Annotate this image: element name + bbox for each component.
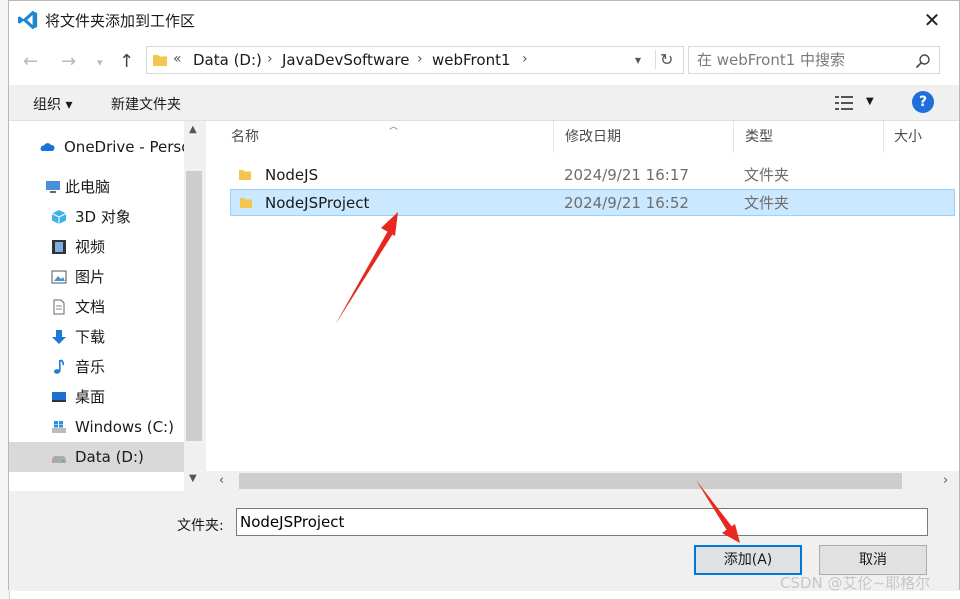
close-button[interactable]: ✕ <box>917 6 947 34</box>
new-folder-button[interactable]: 新建文件夹 <box>111 94 181 114</box>
scroll-right-icon[interactable]: › <box>943 473 948 488</box>
refresh-icon[interactable]: ↻ <box>655 50 673 69</box>
folder-icon <box>240 198 252 208</box>
file-row-nodejsproject[interactable]: NodeJSProject 2024/9/21 16:52 文件夹 <box>230 189 955 216</box>
recent-dropdown-icon[interactable]: ▾ <box>97 56 103 69</box>
address-dropdown-icon[interactable]: ▾ <box>635 53 641 67</box>
nav-item-this-pc[interactable]: 此电脑 <box>9 172 184 202</box>
file-name: NodeJSProject <box>265 194 370 212</box>
nav-item-downloads[interactable]: 下载 <box>9 322 184 352</box>
nav-item-data-d[interactable]: Data (D:) <box>9 442 184 472</box>
dialog-window: 将文件夹添加到工作区 ✕ ← → ▾ ↑ « Data (D:) › JavaD… <box>8 0 960 591</box>
file-name: NodeJS <box>265 166 319 184</box>
breadcrumb-javadevsoftware[interactable]: JavaDevSoftware <box>282 51 409 69</box>
breadcrumb-data-d[interactable]: Data (D:) <box>193 51 262 69</box>
view-options-icon[interactable] <box>835 95 855 111</box>
file-date: 2024/9/21 16:17 <box>564 166 689 184</box>
nav-item-videos[interactable]: 视频 <box>9 232 184 262</box>
scroll-down-icon[interactable]: ▼ <box>189 473 197 484</box>
watermark-text: CSDN @艾伦~耶格尔 <box>780 574 931 592</box>
cancel-button[interactable]: 取消 <box>819 545 927 575</box>
scroll-left-icon[interactable]: ‹ <box>219 473 224 488</box>
help-button[interactable]: ? <box>912 91 934 113</box>
file-date: 2024/9/21 16:52 <box>564 194 689 212</box>
search-input[interactable] <box>697 51 907 69</box>
add-button[interactable]: 添加(A) <box>694 545 802 575</box>
column-header-size[interactable]: 大小 <box>884 121 959 153</box>
breadcrumb-separator-icon[interactable]: › <box>267 51 273 67</box>
nav-item-onedrive[interactable]: OneDrive - Personal <box>9 132 184 162</box>
folder-field-label: 文件夹: <box>177 518 224 534</box>
folder-icon <box>239 170 251 180</box>
file-type: 文件夹 <box>744 166 790 184</box>
overflow-chevron[interactable]: « <box>173 51 182 67</box>
nav-item-windows-c[interactable]: Windows (C:) <box>9 412 184 442</box>
download-arrow-icon <box>52 330 66 344</box>
scrollbar-thumb[interactable] <box>239 473 902 489</box>
back-arrow-icon[interactable]: ← <box>23 51 38 72</box>
nav-item-3d-objects[interactable]: 3D 对象 <box>9 202 184 232</box>
horizontal-scrollbar[interactable]: ‹ › <box>206 471 959 491</box>
folder-icon <box>153 55 167 66</box>
cube-icon <box>51 210 67 224</box>
file-list: ︿ 名称 修改日期 类型 大小 NodeJS 2024/9/21 16:17 文… <box>206 121 959 491</box>
cloud-icon <box>40 143 55 151</box>
nav-item-pictures[interactable]: 图片 <box>9 262 184 292</box>
folder-name-input[interactable] <box>236 508 928 536</box>
file-row-nodejs[interactable]: NodeJS 2024/9/21 16:17 文件夹 <box>230 162 955 189</box>
title-bar: 将文件夹添加到工作区 ✕ <box>9 1 959 39</box>
address-bar[interactable]: « Data (D:) › JavaDevSoftware › webFront… <box>146 46 684 74</box>
breadcrumb-webfront1[interactable]: webFront1 <box>432 51 511 69</box>
nav-item-music[interactable]: 音乐 <box>9 352 184 382</box>
forward-arrow-icon[interactable]: → <box>61 51 76 72</box>
computer-icon <box>46 181 60 193</box>
up-arrow-icon[interactable]: ↑ <box>119 51 134 72</box>
command-bar: 组织 ▾ 新建文件夹 ▼ ? <box>9 85 959 121</box>
picture-icon <box>51 270 67 284</box>
search-icon <box>915 54 930 69</box>
address-row: ← → ▾ ↑ « Data (D:) › JavaDevSoftware › … <box>9 39 959 85</box>
breadcrumb-separator-icon[interactable]: › <box>522 51 528 67</box>
file-type: 文件夹 <box>744 194 790 212</box>
navigation-pane: OneDrive - Personal 此电脑 3D 对象 视频 图片 文档 下… <box>9 121 204 491</box>
film-icon <box>52 240 66 254</box>
search-box[interactable] <box>688 46 940 74</box>
nav-item-documents[interactable]: 文档 <box>9 292 184 322</box>
scroll-up-icon[interactable]: ▲ <box>189 124 197 135</box>
music-note-icon <box>54 359 65 374</box>
navigation-scrollbar[interactable]: ▲ ▼ <box>184 121 204 491</box>
desktop-icon <box>52 392 66 402</box>
window-title: 将文件夹添加到工作区 <box>45 12 196 30</box>
vscode-icon <box>17 10 38 30</box>
drive-icon <box>52 456 66 463</box>
view-dropdown-icon[interactable]: ▼ <box>866 96 874 107</box>
document-icon <box>53 299 65 315</box>
column-header-type[interactable]: 类型 <box>734 121 884 153</box>
windows-drive-icon <box>52 421 66 433</box>
nav-item-desktop[interactable]: 桌面 <box>9 382 184 412</box>
organize-menu[interactable]: 组织 ▾ <box>33 94 72 114</box>
breadcrumb-separator-icon[interactable]: › <box>417 51 423 67</box>
scrollbar-thumb[interactable] <box>186 171 202 441</box>
column-header-date[interactable]: 修改日期 <box>554 121 734 153</box>
column-header-name[interactable]: 名称 <box>206 121 554 153</box>
